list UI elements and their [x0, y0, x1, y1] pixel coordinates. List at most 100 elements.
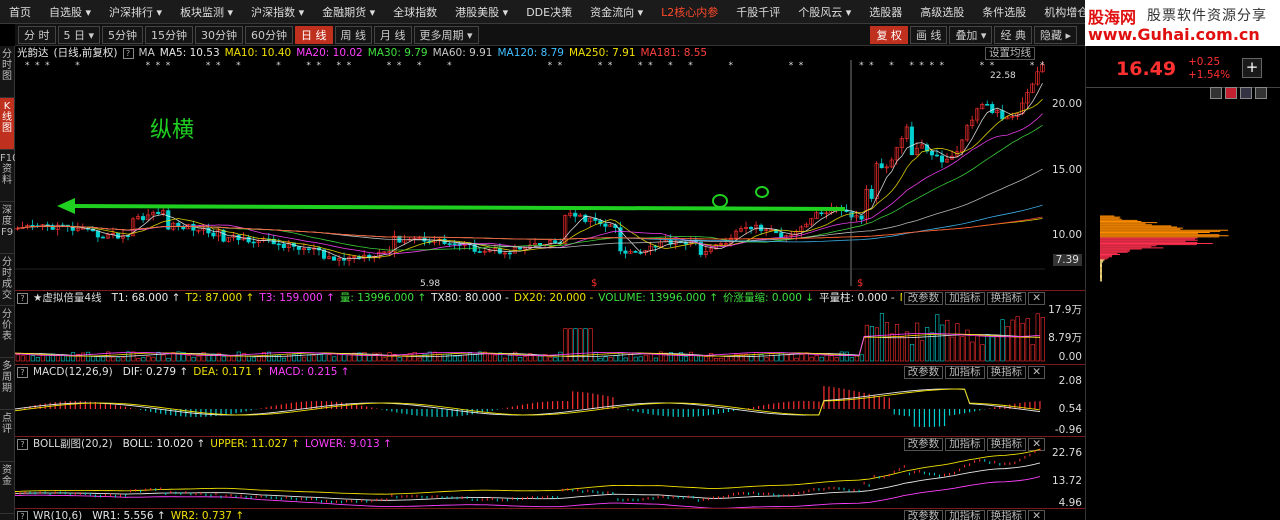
period-button[interactable]: 5 日 ▾ [57, 25, 101, 44]
boll-pane[interactable]: ? BOLL副图(20,2) BOLL: 10.020 ↑ UPPER: 11.027… [15, 437, 1045, 509]
volume-bar [96, 356, 101, 362]
nav-item[interactable]: 全球指数 [384, 4, 446, 20]
volume-bar [387, 352, 392, 362]
pane-tool-button[interactable]: 改参数 [903, 510, 944, 520]
boll-canvas[interactable] [15, 437, 1045, 509]
volume-bar [121, 357, 126, 362]
volume-bar [146, 355, 151, 362]
macd-canvas[interactable] [15, 365, 1045, 437]
period-button[interactable]: 15分钟 [145, 25, 194, 44]
volume-canvas[interactable] [15, 291, 1045, 365]
volume-bar [970, 341, 975, 362]
volume-bar [683, 356, 689, 362]
nav-item[interactable]: 金融期货 ▾ [313, 4, 384, 20]
volume-bar [327, 354, 332, 362]
volume-bar [920, 340, 925, 362]
view-tab[interactable]: 点评 [0, 410, 14, 462]
signal-star: * [337, 61, 342, 71]
chart-tool-button[interactable]: 隐藏 ▸ [1033, 26, 1077, 44]
nav-item[interactable]: L2核心内参 [652, 4, 727, 20]
pane-tool-button[interactable]: 换指标 [986, 510, 1027, 520]
signal-star: * [990, 61, 995, 71]
signal-star: * [939, 61, 944, 71]
volume-bar [503, 357, 508, 362]
view-tab[interactable]: F10资料 [0, 150, 18, 202]
volume-bar [523, 356, 528, 362]
volume-y-axis: 17.9万 8.79万 0.00 [1045, 291, 1085, 365]
signal-star: * [638, 61, 643, 71]
kline-canvas[interactable]: * * * * * * * * * * * * * * * * * * * * * * * * * * * * * * * * * * * * * * * *… [15, 46, 1045, 286]
volume-bar [633, 356, 638, 362]
view-tab[interactable]: 分价表 [0, 306, 14, 358]
chart-tool-button[interactable]: 经 典 [994, 26, 1032, 44]
period-button[interactable]: 周 线 [334, 25, 373, 44]
volume-bar [35, 357, 40, 362]
volume-bar [161, 354, 166, 362]
volume-pane[interactable]: ? ★虚拟倍量4线 T1: 68.000 ↑ T2: 87.000 ↑ T3: 159.… [15, 291, 1045, 365]
candle-body [929, 150, 935, 156]
candle-body [477, 251, 482, 253]
nav-item[interactable]: 千股千评 [727, 4, 789, 20]
period-button[interactable]: 日 线 [295, 25, 333, 44]
period-button[interactable]: 更多周期 ▾ [413, 25, 479, 44]
volume-bar [221, 356, 226, 362]
volume-bar [894, 324, 900, 362]
volume-bar [487, 353, 493, 362]
chart-tool-button[interactable]: 复 权 [870, 26, 908, 44]
period-button[interactable]: 5分钟 [102, 25, 144, 44]
macd-pane[interactable]: ? MACD(12,26,9) DIF: 0.279 ↑ DEA: 0.171 ↑ MA… [15, 365, 1045, 437]
volume-bar [709, 353, 714, 362]
view-tab[interactable]: 多周期 [0, 358, 14, 410]
nav-item[interactable]: 高级选股 [911, 4, 973, 20]
pane-tool-button[interactable]: 加指标 [945, 510, 985, 520]
signal-star: * [347, 61, 352, 71]
signal-star: * [306, 61, 311, 71]
chip-distribution-canvas [1100, 215, 1229, 282]
wr-legend: ? WR(10,6) WR1: 5.556 ↑ WR2: 0.737 ↑ [15, 509, 1045, 520]
volume-bar [287, 353, 292, 362]
volume-bar [930, 332, 935, 362]
candle-body [779, 232, 784, 238]
volume-bar [794, 357, 799, 362]
view-tab[interactable]: K线图 [0, 98, 14, 150]
volume-bar [869, 326, 874, 362]
chart-tool-button[interactable]: 画 线 [909, 26, 948, 44]
nav-item[interactable]: 个股风云 ▾ [789, 4, 860, 20]
candle-body [176, 222, 181, 227]
volume-bar [603, 356, 608, 362]
volume-bar [101, 356, 106, 362]
close-pane-button[interactable]: ✕ [1028, 510, 1045, 520]
chart-tool-button[interactable]: 叠加 ▾ [949, 26, 993, 44]
view-tab[interactable]: 分时图 [0, 46, 14, 98]
volume-bar [136, 357, 141, 362]
nav-item[interactable]: 机构增仓 [1035, 4, 1085, 20]
volume-bar [960, 336, 965, 362]
volume-bar [849, 357, 854, 362]
wr-pane[interactable]: ? WR(10,6) WR1: 5.556 ↑ WR2: 0.737 ↑ 改参数 加指标… [15, 509, 1045, 520]
volume-bar [196, 355, 201, 362]
nav-item[interactable]: 港股美股 ▾ [446, 4, 517, 20]
signal-star: * [668, 61, 673, 71]
nav-item[interactable]: 自选股 ▾ [40, 4, 100, 20]
nav-item[interactable]: 首页 [0, 4, 40, 20]
view-tab[interactable]: 资金 [0, 462, 14, 514]
period-button[interactable]: 分 时 [18, 25, 56, 44]
nav-item[interactable]: 条件选股 [973, 4, 1035, 20]
period-button[interactable]: 30分钟 [195, 25, 244, 44]
nav-item[interactable]: 板块监测 ▾ [171, 4, 242, 20]
nav-item[interactable]: 选股器 [860, 4, 911, 20]
view-tab[interactable]: 深度F9 [0, 202, 14, 254]
volume-bar [191, 356, 196, 362]
help-icon[interactable]: ? [17, 510, 28, 520]
nav-item[interactable]: 资金流向 ▾ [581, 4, 652, 20]
nav-item[interactable]: 沪深排行 ▾ [100, 4, 171, 20]
macd-line [15, 388, 1041, 416]
period-button[interactable]: 60分钟 [245, 25, 294, 44]
volume-bar [91, 356, 96, 362]
kline-chart-pane[interactable]: 光韵达 (日线,前复权)? MA MA5: 10.53 MA10: 10.40 MA20:… [15, 46, 1045, 289]
nav-item[interactable]: 沪深指数 ▾ [242, 4, 313, 20]
view-tab[interactable]: 分时成交 [0, 254, 14, 306]
volume-bar [493, 354, 498, 362]
nav-item[interactable]: DDE决策 [517, 4, 581, 20]
period-button[interactable]: 月 线 [374, 25, 412, 44]
